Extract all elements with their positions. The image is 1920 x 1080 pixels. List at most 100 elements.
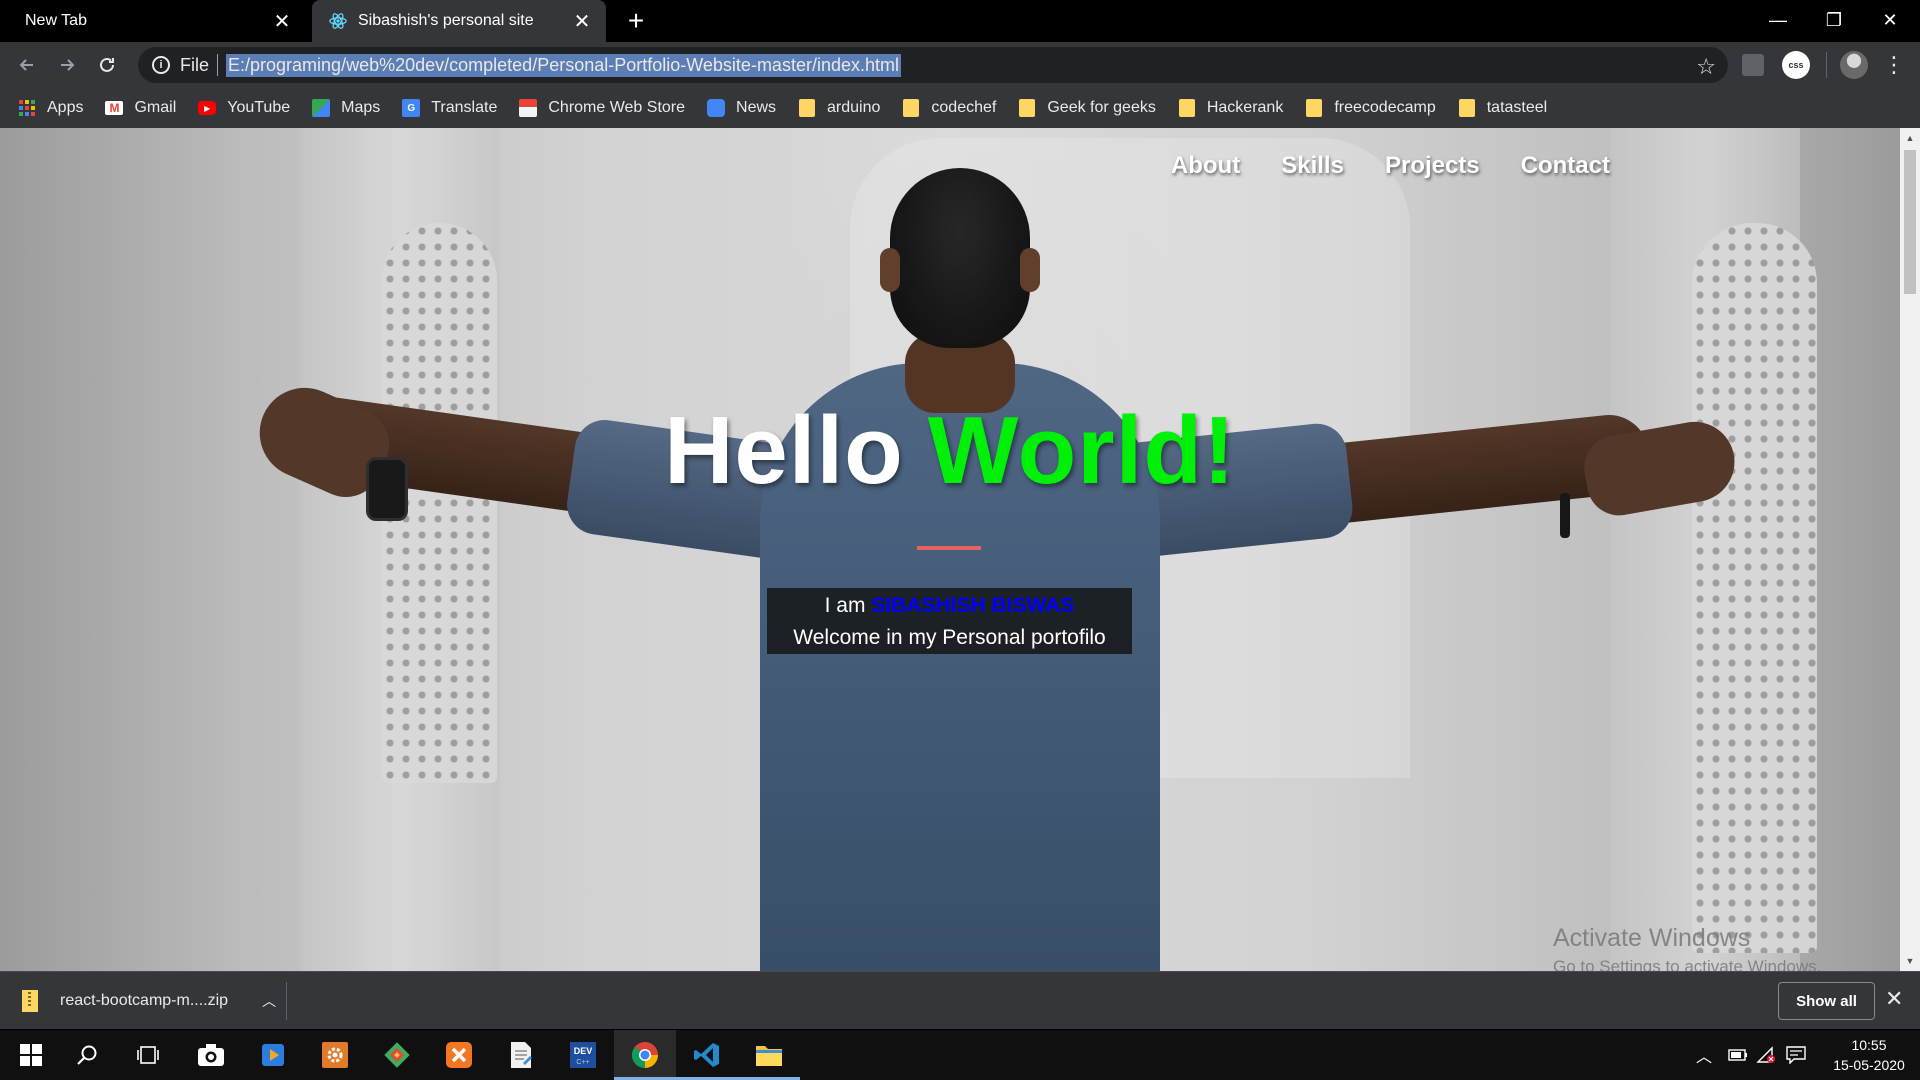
bookmark-folder-codechef[interactable]: codechef: [902, 99, 996, 117]
taskbar-settings-app[interactable]: [304, 1030, 366, 1080]
scroll-up-arrow-icon[interactable]: ▲: [1900, 130, 1920, 146]
nav-skills-link[interactable]: Skills: [1281, 152, 1344, 180]
scheme-label: File: [180, 54, 210, 75]
bookmark-chrome-web-store[interactable]: Chrome Web Store: [519, 99, 685, 117]
folder-icon: [1178, 99, 1196, 117]
close-downloads-icon[interactable]: ✕: [1885, 986, 1903, 1012]
tab-close-icon[interactable]: ✕: [268, 7, 296, 35]
taskbar-notepad-app[interactable]: [490, 1030, 552, 1080]
url-text[interactable]: E:/programing/web%20dev/completed/Person…: [226, 53, 901, 77]
gmail-icon: M: [105, 101, 124, 115]
taskbar-git-app[interactable]: [366, 1030, 428, 1080]
bookmark-label: Maps: [341, 99, 381, 116]
network-wifi-icon[interactable]: [1756, 1030, 1776, 1080]
extension-icon[interactable]: [1742, 54, 1764, 76]
task-view-icon: [137, 1046, 159, 1064]
watermark-subtitle: Go to Settings to activate Windows.: [1553, 957, 1822, 971]
reload-button[interactable]: [91, 49, 123, 81]
back-button[interactable]: [11, 49, 43, 81]
task-view-button[interactable]: [118, 1030, 180, 1080]
scrollbar-thumb[interactable]: [1904, 150, 1916, 294]
taskbar-vscode-app[interactable]: [676, 1030, 738, 1080]
bookmark-folder-geek-for-geeks[interactable]: Geek for geeks: [1018, 99, 1156, 117]
bookmark-label: News: [736, 99, 777, 116]
react-favicon-icon: [328, 11, 348, 31]
profile-avatar[interactable]: [1840, 51, 1868, 79]
tab-personal-site[interactable]: Sibashish's personal site ✕: [312, 0, 606, 42]
bookmark-star-icon[interactable]: ☆: [1696, 54, 1716, 80]
tab-close-icon[interactable]: ✕: [568, 7, 596, 35]
clock-date: 15-05-2020: [1833, 1057, 1905, 1073]
bookmark-youtube[interactable]: ▶ YouTube: [198, 99, 290, 117]
menu-kebab-icon[interactable]: ⋮: [1878, 49, 1910, 81]
bookmark-translate[interactable]: G Translate: [402, 99, 497, 117]
youtube-icon: ▶: [198, 101, 217, 115]
bookmark-folder-arduino[interactable]: arduino: [798, 99, 880, 117]
bookmark-label: freecodecamp: [1334, 99, 1436, 116]
taskbar-media-player-app[interactable]: [242, 1030, 304, 1080]
close-window-button[interactable]: ✕: [1862, 0, 1918, 40]
site-nav: About Skills Projects Contact: [1130, 152, 1610, 180]
notification-message-icon[interactable]: [1786, 1030, 1806, 1080]
chrome-icon: [631, 1042, 658, 1069]
download-shelf: react-bootcamp-m....zip ︿ Show all ✕: [0, 971, 1920, 1029]
show-all-button[interactable]: Show all: [1778, 982, 1875, 1020]
nav-about-link[interactable]: About: [1171, 152, 1240, 180]
taskbar-file-explorer-app[interactable]: [738, 1030, 800, 1080]
page-viewport: About Skills Projects Contact Hello World…: [0, 128, 1900, 971]
bookmark-label: Apps: [47, 99, 84, 116]
dev-cpp-icon: DEV C++: [570, 1042, 596, 1068]
info-icon[interactable]: i: [152, 56, 170, 74]
nav-projects-link[interactable]: Projects: [1385, 152, 1480, 180]
bookmark-gmail[interactable]: M Gmail: [105, 99, 176, 117]
page-scrollbar[interactable]: ▲ ▼: [1900, 128, 1920, 971]
taskbar-dev-cpp-app[interactable]: DEV C++: [552, 1030, 614, 1080]
bookmark-label: Translate: [431, 99, 498, 116]
scroll-down-arrow-icon[interactable]: ▼: [1900, 953, 1920, 969]
apps-grid-icon: [18, 99, 36, 117]
nav-contact-link[interactable]: Contact: [1521, 152, 1610, 180]
activate-windows-watermark: Activate Windows Go to Settings to activ…: [1553, 924, 1821, 971]
watermark-title: Activate Windows: [1553, 924, 1751, 952]
hero-title: Hello World!: [0, 396, 1900, 506]
tab-label: New Tab: [25, 12, 87, 29]
system-clock[interactable]: 10:55 15-05-2020: [1824, 1035, 1914, 1075]
bookmark-news[interactable]: News: [707, 99, 776, 117]
maps-icon: [312, 99, 331, 117]
bookmark-folder-freecodecamp[interactable]: freecodecamp: [1305, 99, 1436, 117]
intro-tagline: Welcome in my Personal portofilo: [793, 626, 1106, 649]
web-store-icon: [519, 99, 538, 117]
new-tab-button[interactable]: +: [620, 5, 652, 37]
bookmark-maps[interactable]: Maps: [312, 99, 380, 117]
css-extension-icon[interactable]: css: [1782, 51, 1810, 79]
battery-icon[interactable]: [1728, 1030, 1748, 1080]
bookmark-apps[interactable]: Apps: [18, 99, 83, 117]
media-player-icon: [262, 1044, 284, 1066]
chevron-up-icon[interactable]: ︿: [262, 991, 276, 1011]
search-icon: [77, 1045, 97, 1065]
minimize-button[interactable]: —: [1750, 0, 1806, 40]
taskbar-camera-app[interactable]: [180, 1030, 242, 1080]
bookmark-folder-tatasteel[interactable]: tatasteel: [1458, 99, 1547, 117]
tab-new-tab[interactable]: New Tab ✕: [0, 0, 306, 42]
intro-line: I am SIBASHISH BISWAS: [767, 590, 1132, 622]
taskbar-chrome-app[interactable]: [614, 1030, 676, 1080]
taskbar-xampp-app[interactable]: [428, 1030, 490, 1080]
download-filename: react-bootcamp-m....zip: [60, 992, 229, 1009]
bookmark-folder-hackerank[interactable]: Hackerank: [1178, 99, 1283, 117]
windows-start-icon: [20, 1044, 42, 1066]
hero-word-world: World!: [927, 397, 1236, 504]
tray-chevron-up-icon[interactable]: ︿: [1696, 1030, 1712, 1080]
folder-icon: [1018, 99, 1036, 117]
start-button[interactable]: [0, 1030, 62, 1080]
intro-box: I am SIBASHISH BISWAS Welcome in my Pers…: [767, 588, 1132, 654]
forward-button[interactable]: [51, 49, 83, 81]
search-button[interactable]: [56, 1030, 118, 1080]
address-bar[interactable]: i File E:/programing/web%20dev/completed…: [138, 47, 1728, 83]
vscode-icon: [694, 1043, 719, 1067]
svg-text:DEV: DEV: [574, 1046, 593, 1056]
bookmark-label: YouTube: [227, 99, 291, 116]
hero-word-hello: Hello: [664, 397, 904, 504]
restore-button[interactable]: ❐: [1806, 0, 1862, 40]
download-item[interactable]: react-bootcamp-m....zip ︿: [22, 972, 276, 1030]
